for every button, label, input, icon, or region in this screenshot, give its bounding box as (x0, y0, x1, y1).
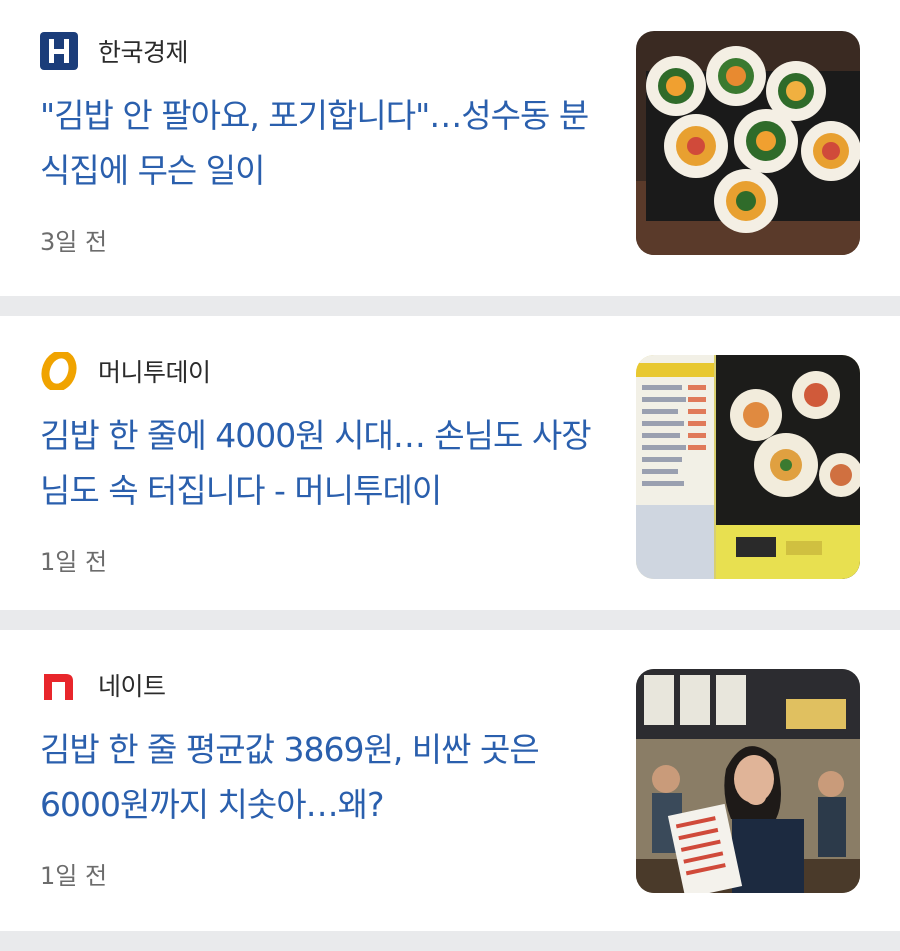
article-title[interactable]: "김밥 안 팔아요, 포기합니다"…성수동 분식집에 무슨 일이 (40, 88, 610, 198)
news-card[interactable]: 한국경제 "김밥 안 팔아요, 포기합니다"…성수동 분식집에 무슨 일이 3일… (0, 0, 900, 296)
hankyung-logo-icon (40, 32, 78, 70)
source-row: 한국경제 (40, 32, 189, 70)
source-name: 머니투데이 (98, 358, 211, 387)
news-card[interactable]: 머니투데이 김밥 한 줄에 4000원 시대… 손님도 사장님도 속 터집니다 … (0, 316, 900, 610)
article-time: 1일 전 (40, 548, 108, 576)
news-card[interactable]: 네이트 김밥 한 줄 평균값 3869원, 비싼 곳은 6000원까지 치솟아…… (0, 630, 900, 931)
nate-logo-icon (40, 666, 78, 704)
news-feed: 한국경제 "김밥 안 팔아요, 포기합니다"…성수동 분식집에 무슨 일이 3일… (0, 0, 900, 931)
source-name: 네이트 (98, 672, 166, 701)
article-time: 1일 전 (40, 862, 108, 890)
article-time: 3일 전 (40, 228, 108, 256)
source-row: 네이트 (40, 666, 166, 704)
article-title[interactable]: 김밥 한 줄 평균값 3869원, 비싼 곳은 6000원까지 치솟아…왜? (40, 722, 610, 832)
moneytoday-logo-icon (40, 352, 78, 390)
gimbap-menu-board-image[interactable] (636, 355, 860, 579)
article-title[interactable]: 김밥 한 줄에 4000원 시대… 손님도 사장님도 속 터집니다 - 머니투데… (40, 408, 610, 518)
source-name: 한국경제 (98, 38, 189, 67)
woman-reading-menu-image[interactable] (636, 669, 860, 893)
gimbap-rolls-image[interactable] (636, 31, 860, 255)
source-row: 머니투데이 (40, 352, 211, 390)
